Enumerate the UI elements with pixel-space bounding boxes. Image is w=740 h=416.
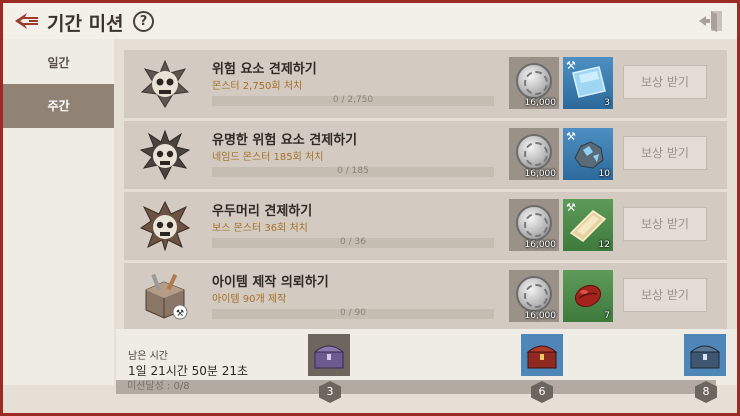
crafting-tools-icon: ⚒	[566, 59, 576, 72]
remaining-time-value: 1일 21시간 50분 21초	[128, 364, 249, 378]
footer-panel: 남은 시간 1일 21시간 50분 21초	[116, 329, 737, 385]
claim-reward-button[interactable]: 보상 받기	[623, 207, 707, 241]
page-title: 기간 미션	[47, 13, 124, 35]
silver-coin-icon	[516, 205, 552, 241]
mission-progress-text: 0 / 2,750	[332, 95, 374, 105]
mission-progress-text: 0 / 185	[337, 166, 369, 176]
reward-quantity: 12	[598, 240, 610, 250]
reward-silver-coin[interactable]: 16,000	[509, 128, 559, 180]
skull-emblem-icon	[140, 59, 190, 109]
mission-list[interactable]: 위험 요소 견제하기 몬스터 2,750회 처치 0 / 2,750 16,00…	[116, 39, 737, 331]
silver-coin-icon	[516, 276, 552, 312]
reward-item[interactable]: 7	[563, 270, 613, 322]
back-arrow-icon[interactable]	[11, 8, 41, 34]
red-chest-icon[interactable]	[521, 334, 563, 376]
mission-title: 우두머리 견제하기	[212, 204, 313, 219]
mission-row: ⚒ 아이템 제작 의뢰하기 아이템 90개 제작 0 / 90 16,000 7…	[124, 263, 727, 331]
crafting-crate-icon: ⚒	[140, 272, 190, 322]
purple-chest-icon[interactable]	[308, 334, 350, 376]
mission-subtitle: 아이템 90개 제작	[212, 294, 287, 305]
help-icon[interactable]: ?	[133, 11, 154, 32]
mission-title: 아이템 제작 의뢰하기	[212, 275, 329, 290]
mission-title: 유명한 위험 요소 견제하기	[212, 133, 358, 148]
tab-daily[interactable]: 일간	[3, 41, 114, 85]
reward-quantity: 16,000	[524, 311, 557, 321]
reward-quantity: 16,000	[524, 98, 557, 108]
tab-weekly-label: 주간	[47, 99, 70, 113]
mission-row: 위험 요소 견제하기 몬스터 2,750회 처치 0 / 2,750 16,00…	[124, 50, 727, 118]
reward-silver-coin[interactable]: 16,000	[509, 199, 559, 251]
reward-item[interactable]: ⚒ 10	[563, 128, 613, 180]
crafting-tools-icon: ⚒	[566, 130, 576, 143]
mission-subtitle: 몬스터 2,750회 처치	[212, 81, 303, 92]
mission-subtitle: 보스 몬스터 36회 처치	[212, 223, 308, 234]
horned-skull-emblem-icon	[139, 129, 191, 181]
reward-quantity: 3	[604, 98, 610, 108]
svg-text:⚒: ⚒	[176, 309, 184, 319]
claim-reward-button[interactable]: 보상 받기	[623, 65, 707, 99]
reward-quantity: 16,000	[524, 169, 557, 179]
tab-daily-label: 일간	[47, 56, 70, 70]
reward-quantity: 7	[604, 311, 610, 321]
header-bar: 기간 미션 ?	[3, 3, 737, 39]
reward-silver-coin[interactable]: 16,000	[509, 270, 559, 322]
exit-door-icon[interactable]	[697, 8, 725, 34]
tab-weekly[interactable]: 주간	[3, 84, 114, 128]
reward-quantity: 10	[598, 169, 610, 179]
achievement-label: 미션달성 : 0/8	[127, 381, 190, 392]
mission-progress-text: 0 / 90	[340, 308, 366, 318]
mission-subtitle: 네임드 몬스터 185회 처치	[212, 152, 324, 163]
mission-row: 유명한 위험 요소 견제하기 네임드 몬스터 185회 처치 0 / 185 1…	[124, 121, 727, 189]
mission-title: 위험 요소 견제하기	[212, 62, 317, 77]
blue-chest-icon[interactable]	[684, 334, 726, 376]
reward-silver-coin[interactable]: 16,000	[509, 57, 559, 109]
reward-item[interactable]: ⚒ 12	[563, 199, 613, 251]
achievement-progress-bar	[116, 380, 716, 394]
claim-reward-button[interactable]: 보상 받기	[623, 278, 707, 312]
reward-item[interactable]: ⚒ 3	[563, 57, 613, 109]
period-sidebar: 일간 주간	[3, 39, 114, 385]
mission-progress-text: 0 / 36	[340, 237, 366, 247]
boss-skull-emblem-icon	[139, 200, 191, 252]
claim-reward-button[interactable]: 보상 받기	[623, 136, 707, 170]
reward-quantity: 16,000	[524, 240, 557, 250]
remaining-time-label: 남은 시간	[128, 351, 168, 362]
mission-row: 우두머리 견제하기 보스 몬스터 36회 처치 0 / 36 16,000 ⚒ …	[124, 192, 727, 260]
silver-coin-icon	[516, 63, 552, 99]
silver-coin-icon	[516, 134, 552, 170]
crafting-tools-icon: ⚒	[566, 201, 576, 214]
